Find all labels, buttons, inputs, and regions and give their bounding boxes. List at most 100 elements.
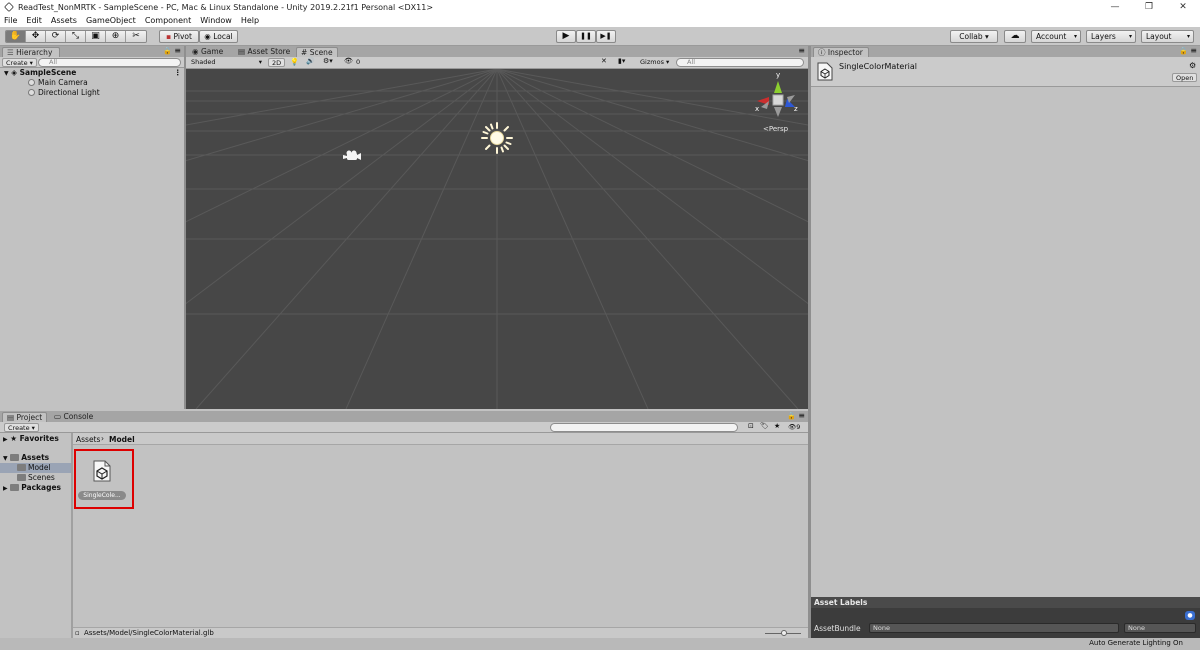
project-search-input[interactable] — [550, 423, 738, 432]
menu-edit[interactable]: Edit — [26, 16, 42, 25]
menu-window[interactable]: Window — [200, 16, 232, 25]
audio-toggle-icon[interactable]: 🔊 — [306, 57, 315, 65]
unity-scene-icon: ◈ — [11, 68, 18, 77]
panel-menu-icon[interactable]: ≡ — [174, 46, 181, 55]
label-tag-icon[interactable]: ● — [1185, 611, 1195, 620]
pause-button[interactable]: ❚❚ — [576, 30, 596, 43]
tab-project[interactable]: ▤ Project — [2, 412, 48, 422]
effects-toggle-icon[interactable]: ⚙▾ — [323, 57, 333, 65]
layers-dropdown[interactable]: Layers ▾ — [1086, 30, 1136, 43]
open-button[interactable]: Open — [1172, 73, 1198, 82]
project-splitter[interactable] — [71, 433, 73, 638]
move-tool-icon[interactable]: ✥ — [26, 31, 46, 42]
lock-icon[interactable]: 🔒 — [1179, 47, 1188, 55]
hand-tool-icon[interactable]: ✋ — [6, 31, 26, 42]
shading-mode-dropdown[interactable]: Shaded ▾ — [188, 58, 264, 67]
star-icon: ★ — [10, 434, 17, 443]
favorites-item[interactable]: ▶ ★ Favorites — [3, 434, 59, 445]
layout-dropdown[interactable]: Layout ▾ — [1141, 30, 1194, 43]
hierarchy-tab-row: ☰ Hierarchy 🔒 ≡ — [0, 46, 184, 57]
folder-icon — [17, 474, 26, 481]
panel-menu-icon[interactable]: ≡ — [798, 411, 805, 420]
play-button[interactable]: ▶ — [556, 30, 576, 43]
gizmos-dropdown[interactable]: Gizmos ▾ — [637, 58, 672, 67]
search-by-type-icon[interactable]: ⊡ — [748, 422, 754, 430]
hidden-packages-toggle[interactable]: 👁9 — [788, 423, 800, 431]
search-by-label-icon[interactable]: 🏷 — [760, 422, 769, 430]
tab-console[interactable]: ▭ Console — [50, 412, 97, 422]
hierarchy-item-main-camera[interactable]: Main Camera — [28, 78, 88, 88]
layout-label: Layout — [1146, 32, 1172, 41]
cloud-icon[interactable]: ☁ — [1004, 30, 1026, 43]
tab-scene[interactable]: # Scene — [296, 47, 338, 57]
project-create-button[interactable]: Create ▾ — [4, 423, 39, 432]
menu-file[interactable]: File — [4, 16, 17, 25]
pivot-toggle[interactable]: ▪ Pivot — [159, 30, 199, 43]
tab-inspector[interactable]: ⓘ Inspector — [813, 47, 869, 57]
mode-2d-toggle[interactable]: 2D — [268, 58, 286, 67]
model-folder-item[interactable]: Model — [0, 463, 71, 473]
close-button[interactable]: ✕ — [1166, 0, 1200, 14]
hierarchy-create-button[interactable]: Create ▾ — [2, 58, 37, 67]
tab-game[interactable]: ◉ Game — [188, 47, 227, 57]
scale-tool-icon[interactable]: ⤡ — [66, 31, 86, 42]
minimize-button[interactable]: — — [1098, 0, 1132, 14]
projection-toggle[interactable]: <Persp — [763, 125, 788, 133]
shading-mode-label: Shaded — [191, 58, 216, 66]
packages-folder-item[interactable]: ▶ Packages — [3, 483, 61, 494]
scene-search-input[interactable]: All — [676, 58, 804, 67]
menu-gameobject[interactable]: GameObject — [86, 16, 136, 25]
custom-tool-icon[interactable]: ✂ — [126, 31, 146, 42]
camera-gizmo-icon[interactable] — [343, 149, 361, 163]
rect-tool-icon[interactable]: ▣ — [86, 31, 106, 42]
icon-size-slider-thumb[interactable] — [781, 630, 787, 636]
favorite-star-icon[interactable]: ★ — [774, 422, 780, 430]
transform-tool-icon[interactable]: ⊕ — [106, 31, 126, 42]
scenes-folder-label: Scenes — [28, 473, 55, 482]
local-toggle[interactable]: ◉ Local — [199, 30, 238, 43]
menu-component[interactable]: Component — [145, 16, 191, 25]
project-path-bar: ▫ Assets/Model/SingleColorMaterial.glb — [73, 627, 808, 638]
tab-hierarchy[interactable]: ☰ Hierarchy — [2, 47, 60, 57]
directional-light-icon[interactable] — [480, 121, 514, 155]
main-camera-label: Main Camera — [38, 78, 88, 87]
hierarchy-item-directional-light[interactable]: Directional Light — [28, 88, 100, 98]
rotate-tool-icon[interactable]: ⟳ — [46, 31, 66, 42]
lighting-toggle-icon[interactable]: 💡 — [290, 58, 299, 66]
breadcrumb-assets[interactable]: Assets — [76, 435, 100, 444]
lock-icon[interactable]: 🔒 — [163, 47, 172, 55]
restore-button[interactable]: ❐ — [1132, 0, 1166, 14]
scene-menu-icon[interactable]: ⋮ — [174, 68, 182, 78]
menu-help[interactable]: Help — [241, 16, 259, 25]
local-label: Local — [213, 32, 233, 41]
pivot-label: Pivot — [173, 32, 192, 41]
settings-gear-icon[interactable]: ⚙ — [1189, 61, 1196, 70]
step-button[interactable]: ▶❚ — [596, 30, 616, 43]
hierarchy-tab-label: Hierarchy — [16, 48, 53, 57]
menu-assets[interactable]: Assets — [51, 16, 77, 25]
gameobject-icon — [28, 89, 35, 96]
hierarchy-toolbar: Create ▾ All — [0, 57, 184, 68]
tools-icon[interactable]: ✕ — [601, 57, 607, 65]
camera-settings-icon[interactable]: ▮▾ — [618, 57, 625, 65]
scene-viewport[interactable]: y x z <Persp — [186, 69, 808, 409]
hierarchy-search-input[interactable]: All — [38, 58, 181, 67]
tab-asset-store[interactable]: ▤ Asset Store — [234, 47, 294, 57]
panel-menu-icon[interactable]: ≡ — [798, 46, 805, 55]
panel-menu-icon[interactable]: ≡ — [1190, 46, 1197, 55]
breadcrumb-model[interactable]: Model — [109, 435, 135, 444]
account-dropdown[interactable]: Account ▾ — [1031, 30, 1081, 43]
asset-labels-header[interactable]: Asset Labels — [811, 597, 1200, 608]
asset-variant-dropdown[interactable]: None — [1124, 623, 1196, 633]
hidden-objects-icon[interactable]: 👁 — [344, 57, 353, 65]
breadcrumb-separator: › — [101, 434, 104, 443]
menu-bar: File Edit Assets GameObject Component Wi… — [0, 14, 1200, 27]
asset-bundle-dropdown[interactable]: None — [869, 623, 1119, 633]
scenes-folder-item[interactable]: Scenes — [17, 473, 55, 483]
hierarchy-panel: ☰ Hierarchy 🔒 ≡ Create ▾ All ▼ ◈ SampleS… — [0, 46, 184, 409]
collab-dropdown[interactable]: Collab ▾ — [950, 30, 998, 43]
lock-icon[interactable]: 🔒 — [787, 412, 796, 420]
orientation-gizmo[interactable]: y x z <Persp — [751, 71, 805, 133]
asset-item-singlecolormaterial[interactable]: SingleCole... — [76, 451, 132, 507]
window-title-bar: ReadTest_NonMRTK - SampleScene - PC, Mac… — [0, 0, 1200, 14]
